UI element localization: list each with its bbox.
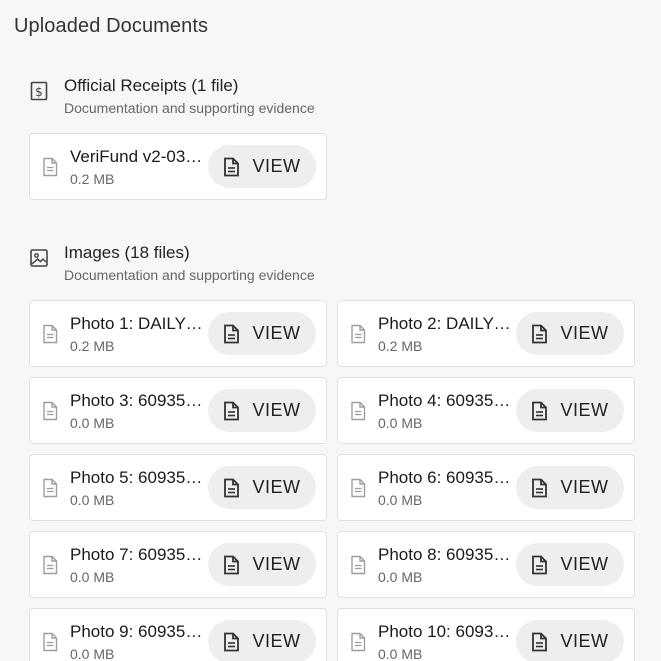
file-size: 0.0 MB [70,646,115,661]
view-button-label: VIEW [252,323,301,343]
document-icon [531,555,548,575]
file-size: 0.0 MB [378,646,423,661]
document-icon [223,478,240,498]
view-button[interactable]: VIEW [516,466,624,509]
uploaded-documents-page: Uploaded Documents $ Official Receipts (… [0,0,661,661]
file-card: Photo 7: 60935.jpg 0.0 MB VIEW [29,531,327,598]
view-button[interactable]: VIEW [208,312,316,355]
file-name: Photo 9: 60935.jpg [70,622,206,641]
file-name: Photo 8: 60935.jpg [378,545,514,564]
file-icon [41,478,59,498]
document-icon [223,632,240,652]
file-size: 0.0 MB [378,569,423,585]
file-icon [349,478,367,498]
view-button-label: VIEW [252,477,301,497]
page-title: Uploaded Documents [14,15,209,37]
file-card: Photo 5: 60935.jpg 0.0 MB VIEW [29,454,327,521]
document-icon [223,324,240,344]
file-icon [41,157,59,177]
view-button-label: VIEW [252,554,301,574]
file-icon [349,401,367,421]
file-card: Photo 2: DAILY LOG 0.2 MB VIEW [337,300,635,367]
view-button[interactable]: VIEW [516,312,624,355]
file-name: Photo 4: 60935.jpg [378,391,514,410]
file-card: Photo 10: 60935.jpg 0.0 MB VIEW [337,608,635,661]
file-name: Photo 3: 60935.jpg [70,391,206,410]
file-icon [349,555,367,575]
file-icon [349,632,367,652]
view-button-label: VIEW [252,156,301,176]
file-size: 0.0 MB [70,415,115,431]
file-size: 0.0 MB [70,492,115,508]
document-icon [223,401,240,421]
file-card: Photo 4: 60935.jpg 0.0 MB VIEW [337,377,635,444]
images-section-subtitle: Documentation and supporting evidence [64,267,315,283]
file-icon [41,401,59,421]
file-card: Photo 8: 60935.jpg 0.0 MB VIEW [337,531,635,598]
view-button[interactable]: VIEW [516,620,624,661]
file-icon [41,632,59,652]
file-card: Photo 1: DAILY LOG 0.2 MB VIEW [29,300,327,367]
document-icon [223,157,240,177]
file-card: Photo 9: 60935.jpg 0.0 MB VIEW [29,608,327,661]
file-icon [41,324,59,344]
images-section-title: Images (18 files) [64,243,190,262]
view-button-label: VIEW [560,400,609,420]
file-name: VeriFund v2-03-2026-Receipt.pdf [70,147,206,166]
file-name: Photo 6: 60935.jpg [378,468,514,487]
file-card: VeriFund v2-03-2026-Receipt.pdf 0.2 MB VIE… [29,133,327,200]
file-size: 0.0 MB [70,569,115,585]
file-card: Photo 3: 60935.jpg 0.0 MB VIEW [29,377,327,444]
view-button[interactable]: VIEW [516,389,624,432]
document-icon [223,555,240,575]
view-button[interactable]: VIEW [208,145,316,188]
document-icon [531,401,548,421]
dollar-document-icon: $ [28,80,50,102]
file-name: Photo 5: 60935.jpg [70,468,206,487]
view-button-label: VIEW [560,554,609,574]
view-button[interactable]: VIEW [516,543,624,586]
svg-text:$: $ [35,85,43,99]
document-icon [531,478,548,498]
file-name: Photo 2: DAILY LOG [378,314,514,333]
file-card: Photo 6: 60935.jpg 0.0 MB VIEW [337,454,635,521]
view-button[interactable]: VIEW [208,389,316,432]
document-icon [531,632,548,652]
file-icon [349,324,367,344]
file-name: Photo 10: 60935.jpg [378,622,514,641]
view-button-label: VIEW [252,400,301,420]
view-button-label: VIEW [252,631,301,651]
view-button-label: VIEW [560,323,609,343]
view-button[interactable]: VIEW [208,620,316,661]
file-name: Photo 7: 60935.jpg [70,545,206,564]
file-size: 0.0 MB [378,415,423,431]
file-size: 0.0 MB [378,492,423,508]
file-size: 0.2 MB [70,171,115,187]
file-name: Photo 1: DAILY LOG [70,314,206,333]
file-icon [41,555,59,575]
view-button[interactable]: VIEW [208,466,316,509]
view-button[interactable]: VIEW [208,543,316,586]
view-button-label: VIEW [560,631,609,651]
receipts-section-subtitle: Documentation and supporting evidence [64,100,315,116]
file-size: 0.2 MB [378,338,423,354]
image-icon [28,247,50,269]
view-button-label: VIEW [560,477,609,497]
file-size: 0.2 MB [70,338,115,354]
receipts-section-title: Official Receipts (1 file) [64,76,239,95]
document-icon [531,324,548,344]
